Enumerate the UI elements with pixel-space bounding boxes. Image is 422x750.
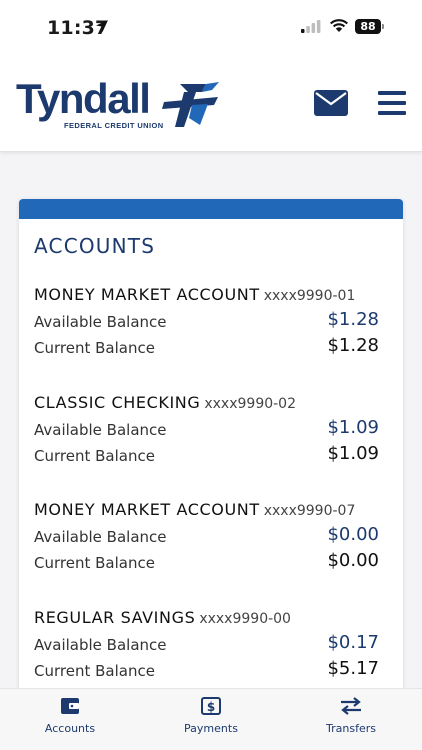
- account-number: xxxx9990-00: [199, 611, 291, 627]
- current-balance-label: Current Balance: [34, 339, 155, 357]
- current-balance-value: $1.28: [327, 335, 379, 356]
- card-accent-bar: [19, 199, 403, 219]
- account-item[interactable]: REGULAR SAVINGS xxxx9990-00 Available Bal…: [34, 608, 379, 684]
- current-balance-row: Current Balance $1.09: [34, 443, 379, 469]
- logo-wordmark: Tyndall: [16, 75, 151, 122]
- account-number: xxxx9990-02: [204, 396, 296, 412]
- app-header: Tyndall FEDERAL CREDIT UNION: [0, 52, 422, 152]
- account-header: MONEY MARKET ACCOUNT xxxx9990-01: [34, 285, 379, 309]
- wifi-icon: [330, 19, 348, 32]
- available-balance-row: Available Balance $1.28: [34, 309, 379, 335]
- available-balance-label: Available Balance: [34, 636, 167, 654]
- current-balance-value: $0.00: [327, 550, 379, 571]
- nav-accounts[interactable]: Accounts: [10, 689, 130, 750]
- current-balance-row: Current Balance $0.00: [34, 550, 379, 576]
- account-number: xxxx9990-01: [263, 288, 356, 304]
- hamburger-menu-icon: [378, 91, 406, 115]
- account-number: xxxx9990-07: [263, 503, 356, 519]
- available-balance-value: $1.28: [327, 309, 379, 330]
- account-header: REGULAR SAVINGS xxxx9990-00: [34, 608, 379, 632]
- battery-indicator: 88: [355, 19, 381, 34]
- nav-payments[interactable]: $ Payments: [151, 689, 271, 750]
- current-balance-value: $1.09: [327, 443, 379, 464]
- accounts-title: ACCOUNTS: [34, 234, 156, 258]
- available-balance-label: Available Balance: [34, 313, 167, 331]
- cellular-signal-icon: [301, 20, 321, 33]
- available-balance-row: Available Balance $1.09: [34, 417, 379, 443]
- logo-bird-icon: [162, 82, 219, 127]
- available-balance-value: $0.00: [327, 524, 379, 545]
- transfer-arrows-icon: [341, 697, 361, 715]
- tyndall-logo[interactable]: Tyndall FEDERAL CREDIT UNION: [16, 76, 221, 132]
- account-name: MONEY MARKET ACCOUNT: [34, 285, 260, 304]
- status-bar: 11:37 88: [0, 0, 422, 52]
- current-balance-label: Current Balance: [34, 662, 155, 680]
- nav-label: Accounts: [44, 722, 96, 735]
- mail-icon: [314, 90, 348, 116]
- account-item[interactable]: MONEY MARKET ACCOUNT xxxx9990-01 Availabl…: [34, 285, 379, 361]
- current-balance-label: Current Balance: [34, 447, 155, 465]
- account-name: CLASSIC CHECKING: [34, 393, 201, 412]
- account-item[interactable]: MONEY MARKET ACCOUNT xxxx9990-07 Availabl…: [34, 500, 379, 576]
- account-item[interactable]: CLASSIC CHECKING xxxx9990-02 Available Ba…: [34, 393, 379, 469]
- available-balance-row: Available Balance $0.17: [34, 632, 379, 658]
- battery-nub: [382, 24, 384, 29]
- available-balance-row: Available Balance $0.00: [34, 524, 379, 550]
- current-balance-label: Current Balance: [34, 554, 155, 572]
- mail-button[interactable]: [314, 90, 348, 116]
- location-arrow-icon: [96, 20, 108, 32]
- account-name: REGULAR SAVINGS: [34, 608, 196, 627]
- current-balance-row: Current Balance $5.17: [34, 658, 379, 684]
- accounts-card: ACCOUNTS MONEY MARKET ACCOUNT xxxx9990-01…: [19, 199, 403, 719]
- account-header: MONEY MARKET ACCOUNT xxxx9990-07: [34, 500, 379, 524]
- nav-label: Payments: [184, 722, 238, 735]
- account-name: MONEY MARKET ACCOUNT: [34, 500, 260, 519]
- menu-button[interactable]: [377, 88, 407, 118]
- available-balance-label: Available Balance: [34, 421, 167, 439]
- svg-text:$: $: [207, 700, 215, 714]
- logo-tagline: FEDERAL CREDIT UNION: [64, 121, 164, 130]
- available-balance-value: $0.17: [327, 632, 379, 653]
- current-balance-value: $5.17: [327, 658, 379, 679]
- available-balance-value: $1.09: [327, 417, 379, 438]
- current-balance-row: Current Balance $1.28: [34, 335, 379, 361]
- wallet-icon: [61, 698, 79, 714]
- nav-transfers[interactable]: Transfers: [291, 689, 411, 750]
- bottom-nav: Accounts $ Payments Transfers: [0, 688, 422, 750]
- dollar-bill-icon: $: [201, 697, 221, 715]
- nav-label: Transfers: [326, 722, 376, 735]
- account-header: CLASSIC CHECKING xxxx9990-02: [34, 393, 379, 417]
- available-balance-label: Available Balance: [34, 528, 167, 546]
